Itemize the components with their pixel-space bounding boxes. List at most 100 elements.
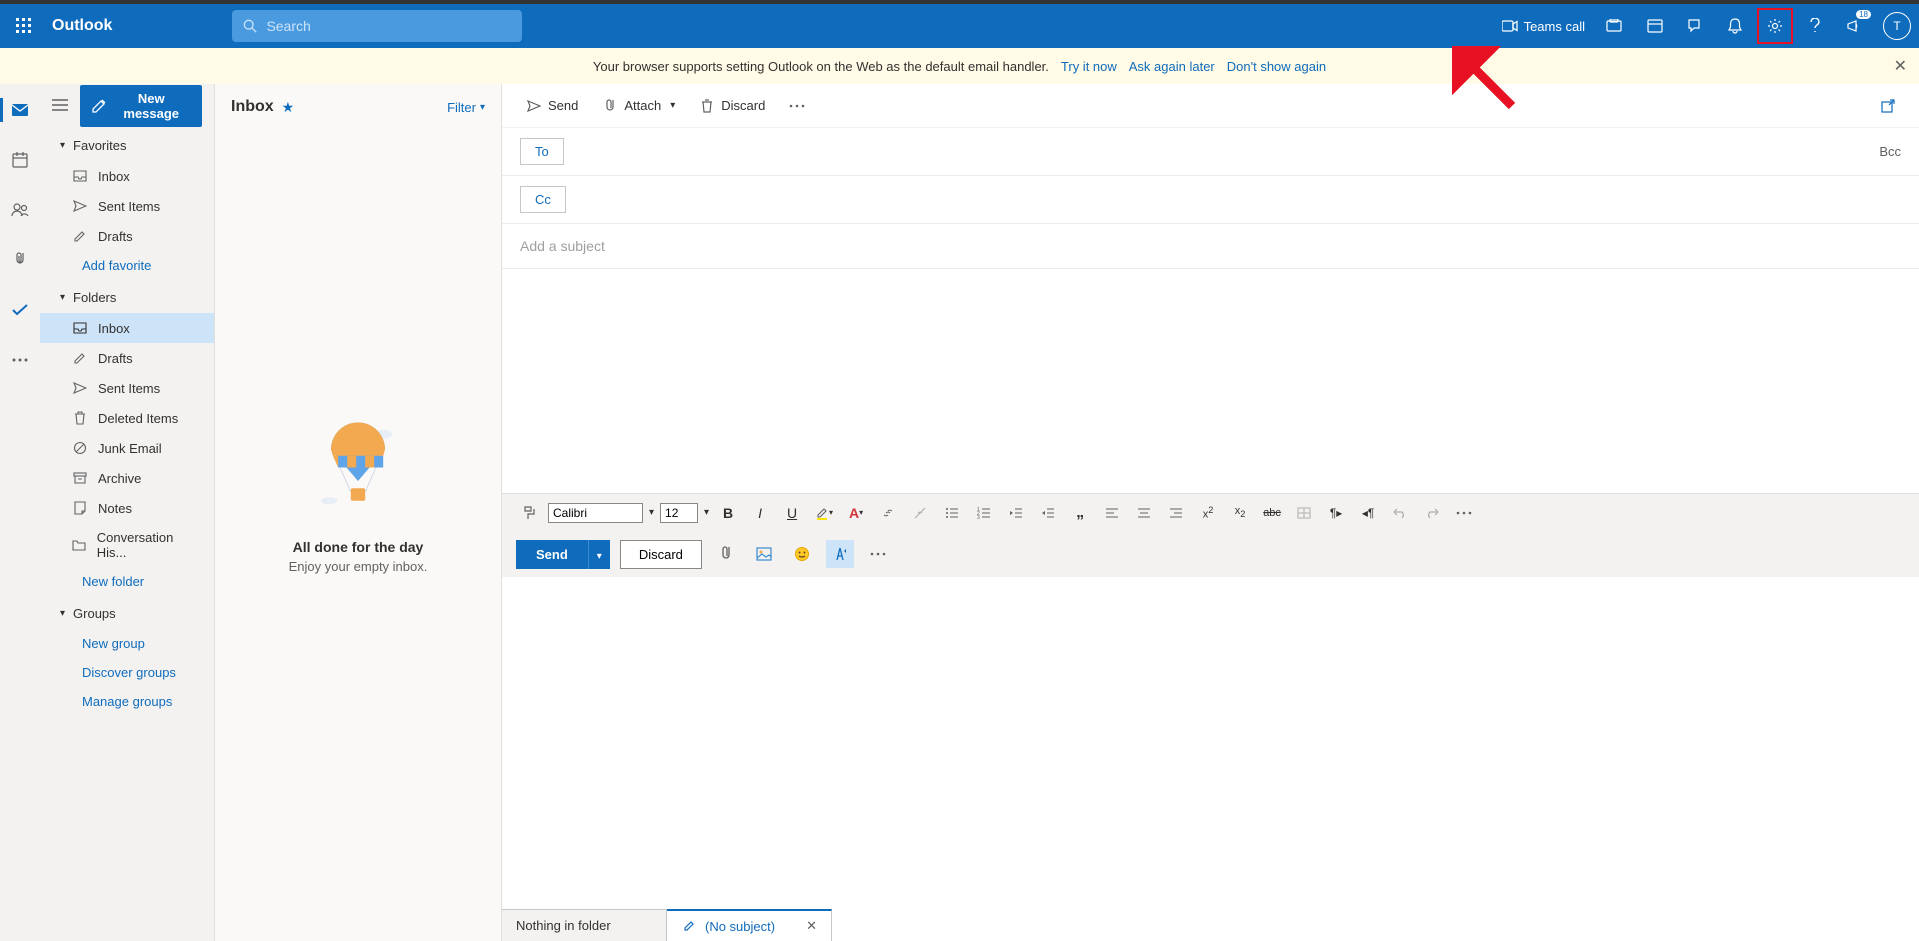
folder-sent[interactable]: Sent Items [40,373,214,403]
folder-tab[interactable]: Nothing in folder [502,909,667,941]
attach-action-icon[interactable] [712,540,740,568]
rail-calendar-icon[interactable] [4,144,36,176]
new-group-link[interactable]: New group [40,629,214,658]
indent-button[interactable] [1035,500,1061,526]
send-more-icon[interactable] [864,540,892,568]
rtl-button[interactable]: ◂¶ [1355,500,1381,526]
to-row[interactable]: To Bcc [502,128,1919,176]
favorite-sent[interactable]: Sent Items [40,191,214,221]
app-title[interactable]: Outlook [52,17,112,35]
help-icon[interactable] [1797,8,1833,44]
font-color-button[interactable]: A▾ [843,500,869,526]
folder-junk[interactable]: Junk Email [40,433,214,463]
favorite-drafts[interactable]: Drafts [40,221,214,251]
bullet-list-button[interactable] [939,500,965,526]
font-name-select[interactable] [548,503,643,523]
inbox-icon [72,320,88,336]
junk-icon [72,440,88,456]
subject-input[interactable] [520,238,1901,254]
strikethrough-button[interactable]: abc [1259,500,1285,526]
rail-people-icon[interactable] [4,194,36,226]
folder-drafts[interactable]: Drafts [40,343,214,373]
send-dropdown-button[interactable]: ▾ [588,540,610,569]
undo-button[interactable] [1387,500,1413,526]
draft-tab[interactable]: (No subject) ✕ [667,909,832,941]
try-it-now-link[interactable]: Try it now [1061,59,1117,74]
folder-notes[interactable]: Notes [40,493,214,523]
subscript-button[interactable]: x2 [1227,500,1253,526]
message-body-editor[interactable] [502,269,1919,489]
notifications-icon[interactable] [1717,8,1753,44]
discover-groups-link[interactable]: Discover groups [40,658,214,687]
groups-section-head[interactable]: ▾ Groups [40,596,214,629]
redo-button[interactable] [1419,500,1445,526]
toolbar-attach-button[interactable]: Attach▾ [592,92,685,120]
font-size-select[interactable] [660,503,698,523]
insert-emoji-icon[interactable] [788,540,816,568]
insert-picture-icon[interactable] [750,540,778,568]
align-right-button[interactable] [1163,500,1189,526]
info-close-icon[interactable]: ✕ [1894,56,1907,76]
favorites-section-head[interactable]: ▾ Favorites [40,128,214,161]
manage-groups-link[interactable]: Manage groups [40,687,214,716]
rail-todo-icon[interactable] [4,294,36,326]
insert-table-button[interactable] [1291,500,1317,526]
search-input[interactable] [266,18,512,34]
new-folder-link[interactable]: New folder [40,567,214,596]
rail-files-icon[interactable] [4,244,36,276]
meet-now-icon[interactable] [1597,8,1633,44]
italic-button[interactable]: I [747,500,773,526]
my-day-icon[interactable] [1637,8,1673,44]
teams-call-button[interactable]: Teams call [1494,18,1593,34]
chevron-down-icon[interactable]: ▾ [649,507,654,518]
discard-button[interactable]: Discard [620,540,702,569]
toolbar-discard-button[interactable]: Discard [689,92,775,120]
show-formatting-icon[interactable] [826,540,854,568]
folder-archive[interactable]: Archive [40,463,214,493]
remove-link-button[interactable] [907,500,933,526]
ask-again-later-link[interactable]: Ask again later [1129,59,1215,74]
folders-label: Folders [73,290,116,305]
whats-new-icon[interactable]: 18 [1837,8,1873,44]
to-button[interactable]: To [520,138,564,165]
rail-more-icon[interactable] [4,344,36,376]
format-painter-icon[interactable] [516,500,542,526]
add-favorite-link[interactable]: Add favorite [40,251,214,280]
link-button[interactable] [875,500,901,526]
hamburger-icon[interactable] [52,98,68,114]
search-box[interactable] [232,10,522,42]
tips-icon[interactable] [1677,8,1713,44]
folder-deleted[interactable]: Deleted Items [40,403,214,433]
settings-icon[interactable] [1757,8,1793,44]
cc-row[interactable]: Cc [502,176,1919,224]
draft-icon [681,918,697,934]
favorite-inbox[interactable]: Inbox [40,161,214,191]
ltr-button[interactable]: ¶▸ [1323,500,1349,526]
quote-button[interactable]: „ [1067,500,1093,526]
account-avatar[interactable]: T [1883,12,1911,40]
highlight-button[interactable]: ▾ [811,500,837,526]
folder-inbox[interactable]: Inbox [40,313,214,343]
bcc-link[interactable]: Bcc [1879,144,1901,159]
toolbar-send-button[interactable]: Send [516,92,588,120]
format-more-button[interactable] [1451,500,1477,526]
cc-button[interactable]: Cc [520,186,566,213]
app-launcher-icon[interactable] [8,10,40,42]
close-icon[interactable]: ✕ [806,918,817,934]
chevron-down-icon[interactable]: ▾ [704,507,709,518]
rail-mail-icon[interactable] [4,94,36,126]
align-left-button[interactable] [1099,500,1125,526]
folders-section-head[interactable]: ▾ Folders [40,280,214,313]
outdent-button[interactable] [1003,500,1029,526]
send-button[interactable]: Send [516,540,588,569]
underline-button[interactable]: U [779,500,805,526]
new-message-button[interactable]: New message [80,85,202,127]
bold-button[interactable]: B [715,500,741,526]
superscript-button[interactable]: x2 [1195,500,1221,526]
dont-show-again-link[interactable]: Don't show again [1227,59,1326,74]
align-center-button[interactable] [1131,500,1157,526]
number-list-button[interactable]: 123 [971,500,997,526]
toolbar-more-button[interactable] [779,98,815,114]
popout-icon[interactable] [1871,93,1905,119]
folder-conversation-history[interactable]: Conversation His... [40,523,214,567]
